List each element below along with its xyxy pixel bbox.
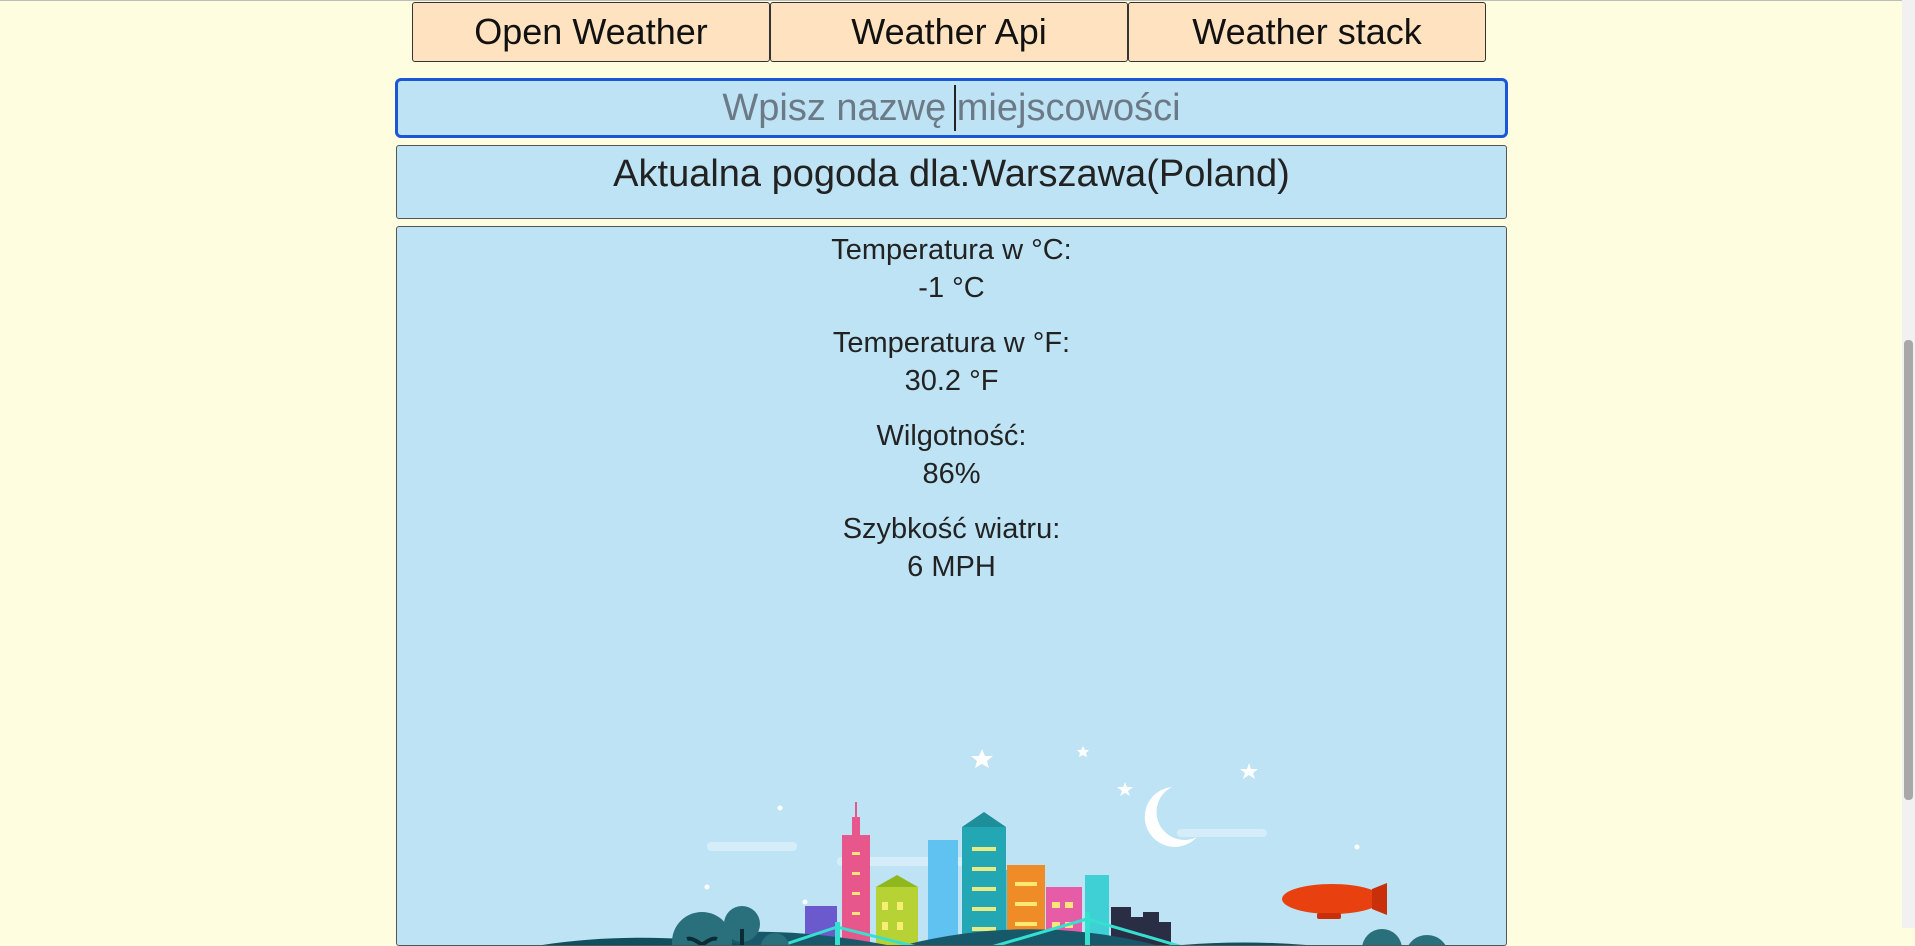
- stat-humidity: Wilgotność: 86%: [397, 417, 1506, 493]
- text-cursor: [954, 85, 956, 131]
- location-header: Aktualna pogoda dla:Warszawa(Poland): [396, 145, 1507, 219]
- weather-details-panel: Temperatura w °C: -1 °C Temperatura w °F…: [396, 226, 1507, 946]
- city-search-input[interactable]: Wpisz nazwę miejscowości: [395, 78, 1508, 138]
- stat-label: Szybkość wiatru:: [842, 513, 1061, 545]
- search-placeholder: Wpisz nazwę miejscowości: [722, 87, 1181, 129]
- stat-value: 86%: [922, 458, 981, 490]
- tab-weather-api[interactable]: Weather Api: [770, 2, 1128, 62]
- stat-temp-c: Temperatura w °C: -1 °C: [397, 231, 1506, 307]
- city-night-skyline-illustration: [542, 746, 1446, 945]
- tab-weather-stack[interactable]: Weather stack: [1128, 2, 1486, 62]
- stat-value: 30.2 °F: [904, 365, 999, 397]
- stat-label: Wilgotność:: [876, 420, 1027, 452]
- provider-tabs: Open Weather Weather Api Weather stack: [412, 2, 1486, 62]
- scrollbar-thumb[interactable]: [1904, 340, 1913, 800]
- stat-value: 6 MPH: [907, 551, 996, 583]
- stat-label: Temperatura w °F:: [832, 327, 1071, 359]
- top-border: [0, 0, 1915, 1]
- tab-open-weather[interactable]: Open Weather: [412, 2, 770, 62]
- stat-label: Temperatura w °C:: [831, 234, 1072, 266]
- location-title: Aktualna pogoda dla:Warszawa(Poland): [613, 153, 1290, 195]
- stat-value: -1 °C: [918, 272, 985, 304]
- stat-wind: Szybkość wiatru: 6 MPH: [397, 510, 1506, 586]
- stat-temp-f: Temperatura w °F: 30.2 °F: [397, 324, 1506, 400]
